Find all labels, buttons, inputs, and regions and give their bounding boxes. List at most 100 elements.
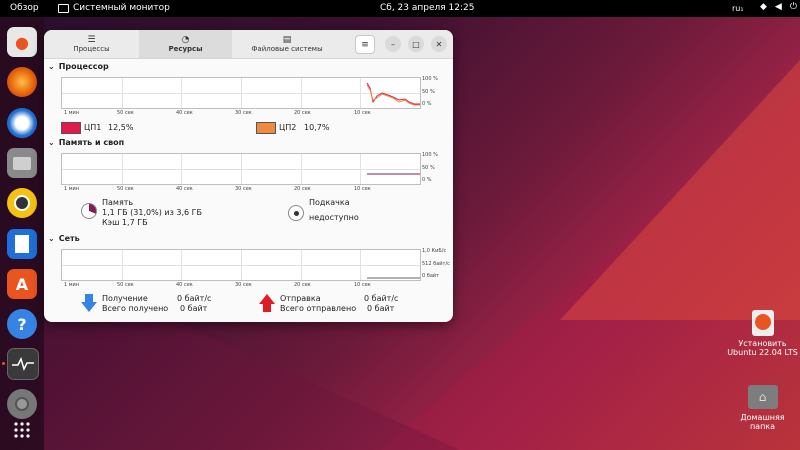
- network-section-header[interactable]: ⌄ Сеть: [48, 234, 80, 243]
- send-arrow-icon[interactable]: [259, 294, 275, 312]
- dock-software[interactable]: A: [7, 269, 37, 299]
- memory-tick: 50 сек: [117, 186, 134, 192]
- speaker-icon: [14, 195, 30, 211]
- memory-tick: 40 сек: [176, 186, 193, 192]
- chevron-down-icon: ⌄: [48, 138, 55, 147]
- memory-label: Память: [102, 198, 134, 207]
- memory-cache: Кэш 1,7 ГБ: [102, 218, 148, 227]
- list-icon: ☰: [87, 35, 96, 45]
- network-tick: 40 сек: [176, 282, 193, 288]
- network-tick: 30 сек: [235, 282, 252, 288]
- active-indicator: [2, 362, 5, 365]
- disc-icon: [15, 397, 29, 411]
- home-label-line1: Домашняя: [740, 413, 785, 422]
- desktop-icon-install[interactable]: Установить Ubuntu 22.04 LTS: [725, 310, 800, 357]
- memory-pie-icon[interactable]: [81, 203, 97, 219]
- receive-total-label: Всего получено: [102, 304, 169, 313]
- memory-tick: 30 сек: [235, 186, 252, 192]
- app-store-icon: A: [15, 274, 29, 294]
- memory-section-header[interactable]: ⌄ Память и своп: [48, 138, 124, 147]
- wallpaper-shape: [560, 60, 800, 320]
- memory-section-title: Память и своп: [58, 138, 125, 147]
- activities-button[interactable]: Обзор: [10, 3, 39, 13]
- home-folder-icon: ⌂: [747, 385, 778, 409]
- dock-thunderbird[interactable]: [7, 108, 37, 138]
- cpu2-line: [366, 84, 420, 106]
- close-button[interactable]: ✕: [431, 36, 447, 52]
- receive-label: Получение: [102, 294, 148, 303]
- memory-value: 1,1 ГБ (31,0%) из 3,6 ГБ: [102, 208, 203, 217]
- send-label: Отправка: [280, 294, 321, 303]
- memory-graph: [61, 153, 421, 185]
- app-menu[interactable]: Системный монитор: [58, 3, 170, 13]
- network-history-line: [367, 277, 420, 279]
- network-ylabel: 1,0 КиБ/с: [422, 248, 447, 254]
- tab-filesystems-label: Файловые системы: [251, 45, 323, 53]
- receive-arrow-icon[interactable]: [81, 294, 97, 312]
- cpu2-color-swatch[interactable]: [256, 122, 276, 134]
- dock-installer[interactable]: ●: [7, 27, 37, 57]
- tab-processes[interactable]: ☰ Процессы: [44, 30, 139, 58]
- cpu-section-header[interactable]: ⌄ Процессор: [48, 62, 109, 71]
- dock-firefox[interactable]: [7, 67, 37, 97]
- network-tick: 20 сек: [294, 282, 311, 288]
- menu-button[interactable]: ≡: [355, 35, 375, 54]
- cpu1-color-swatch[interactable]: [61, 122, 81, 134]
- dock-files[interactable]: [7, 148, 37, 178]
- tab-resources[interactable]: ◔ Ресурсы: [139, 30, 232, 58]
- gauge-icon: ◔: [181, 35, 190, 45]
- system-monitor-icon: [58, 3, 69, 13]
- dock-system-monitor[interactable]: [7, 348, 39, 380]
- dock-rhythmbox[interactable]: [7, 188, 37, 218]
- cpu-ylabel: 0 %: [422, 101, 432, 107]
- network-tick: 1 мин: [64, 282, 80, 288]
- hamburger-icon: ≡: [361, 39, 369, 50]
- install-label-line2: Ubuntu 22.04 LTS: [727, 348, 798, 357]
- network-icon: ◆: [760, 2, 767, 12]
- maximize-button[interactable]: □: [408, 36, 424, 52]
- show-apps-button[interactable]: [7, 415, 37, 445]
- desktop-icon-home[interactable]: ⌂ Домашняя папка: [725, 385, 800, 431]
- network-graph: [61, 249, 421, 281]
- document-icon: [15, 235, 29, 253]
- power-icon: ⏻: [789, 2, 797, 12]
- dock: ● A ?: [0, 17, 44, 450]
- top-bar: Обзор Системный монитор Сб, 23 апреля 12…: [0, 0, 800, 17]
- swap-value: недоступно: [309, 213, 359, 222]
- cpu-tick: 20 сек: [294, 110, 311, 116]
- receive-rate: 0 байт/с: [177, 294, 212, 303]
- clock[interactable]: Сб, 23 апреля 12:25: [380, 3, 474, 13]
- pulse-icon: [12, 357, 34, 371]
- cpu-section-title: Процессор: [58, 62, 109, 71]
- cpu-history-lines: [366, 82, 420, 106]
- cpu-graph: [61, 77, 421, 109]
- cpu1-line: [366, 82, 420, 105]
- network-ylabel: 0 байт: [422, 273, 440, 279]
- maximize-icon: □: [412, 39, 420, 49]
- network-section-title: Сеть: [58, 234, 80, 243]
- cpu-tick: 40 сек: [176, 110, 193, 116]
- network-tick: 50 сек: [117, 282, 134, 288]
- minimize-button[interactable]: –: [385, 36, 401, 52]
- dock-writer[interactable]: [7, 229, 37, 259]
- tab-filesystems[interactable]: ▤ Файловые системы: [232, 30, 342, 58]
- swap-label: Подкачка: [309, 198, 350, 207]
- volume-icon: ◀: [774, 2, 782, 12]
- memory-history-line: [367, 173, 420, 175]
- app-menu-label: Системный монитор: [73, 3, 170, 13]
- installer-icon: [751, 310, 774, 336]
- memory-ylabel: 100 %: [422, 152, 438, 158]
- chevron-down-icon: ⌄: [48, 234, 55, 243]
- swap-pie-icon[interactable]: [288, 205, 304, 221]
- system-tray[interactable]: ◆ ◀ ⏻: [760, 2, 797, 12]
- memory-ylabel: 0 %: [422, 177, 432, 183]
- dock-help[interactable]: ?: [7, 309, 37, 339]
- send-total-label: Всего отправлено: [280, 304, 357, 313]
- cpu-tick: 30 сек: [235, 110, 252, 116]
- tab-processes-label: Процессы: [73, 45, 110, 53]
- memory-tick: 1 мин: [64, 186, 80, 192]
- cpu-ylabel: 100 %: [422, 76, 438, 82]
- keyboard-layout-indicator[interactable]: ru₁: [732, 4, 744, 13]
- grid-icon: [14, 422, 30, 438]
- install-label-line1: Установить: [738, 339, 787, 348]
